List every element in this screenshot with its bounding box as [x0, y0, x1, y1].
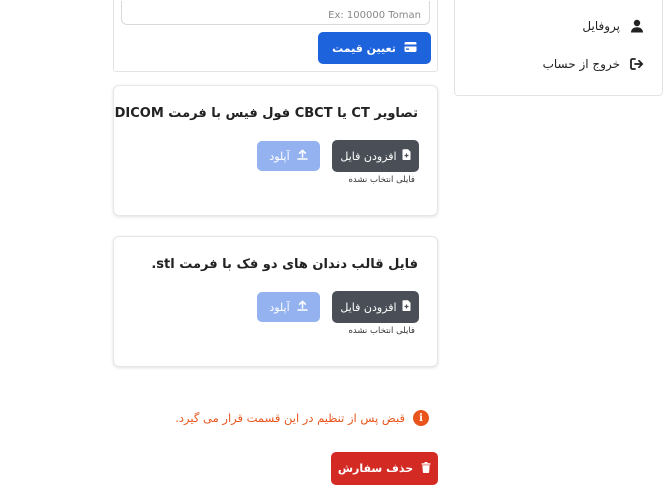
set-price-label: تعیین قیمت [332, 41, 396, 55]
add-file-button[interactable]: افزودن فایل [332, 291, 419, 323]
file-plus-icon [402, 300, 411, 314]
user-icon [630, 19, 644, 33]
sidebar-menu: پروفایل خروج از حساب [454, 0, 663, 96]
sign-out-icon [630, 57, 644, 71]
upload-card-stl: فایل قالب دندان های دو فک با فرمت stl. ا… [113, 236, 438, 367]
upload-icon [296, 149, 308, 163]
upload-label: آپلود [269, 149, 290, 163]
upload-button[interactable]: آپلود [257, 292, 320, 322]
info-icon: i [413, 410, 429, 426]
sidebar-item-logout[interactable]: خروج از حساب [543, 57, 644, 71]
delete-order-button[interactable]: حذف سفارش [331, 452, 438, 485]
upload-button[interactable]: آپلود [257, 141, 320, 171]
upload-card-dicom: تصاویر CT یا CBCT فول فیس با فرمت DICOM … [113, 85, 438, 216]
add-file-label: افزودن فایل [340, 149, 397, 163]
upload-icon [296, 300, 308, 314]
notice-text: قبض پس از تنظیم در این قسمت قرار می گیرد… [175, 411, 405, 425]
add-file-button[interactable]: افزودن فایل [332, 140, 419, 172]
sidebar-item-label: خروج از حساب [542, 57, 620, 71]
price-input[interactable]: Ex: 100000 Toman [121, 1, 430, 25]
sidebar-item-label: پروفایل [582, 19, 620, 33]
file-status: فایلی انتخاب نشده [348, 175, 415, 185]
credit-card-icon [404, 41, 417, 56]
trash-icon [421, 461, 431, 476]
card-title: فایل قالب دندان های دو فک با فرمت stl. [151, 257, 418, 272]
set-price-button[interactable]: تعیین قیمت [318, 32, 431, 64]
file-status: فایلی انتخاب نشده [348, 326, 415, 336]
file-plus-icon [402, 149, 411, 163]
delete-order-label: حذف سفارش [337, 462, 414, 475]
price-input-placeholder: Ex: 100000 Toman [328, 10, 421, 21]
add-file-label: افزودن فایل [340, 300, 397, 314]
invoice-notice: i قبض پس از تنظیم در این قسمت قرار می گی… [163, 408, 429, 428]
upload-label: آپلود [269, 300, 290, 314]
card-title: تصاویر CT یا CBCT فول فیس با فرمت DICOM [114, 106, 418, 121]
price-card: Ex: 100000 Toman تعیین قیمت [113, 0, 438, 72]
sidebar-item-profile[interactable]: پروفایل [582, 19, 644, 33]
